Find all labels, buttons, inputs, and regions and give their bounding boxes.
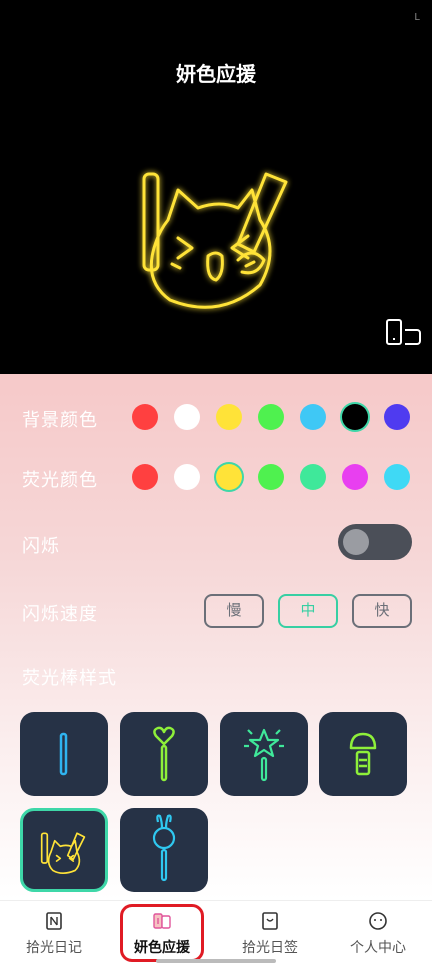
glow-color-swatch[interactable] <box>384 464 410 490</box>
background-color-swatch[interactable] <box>132 404 158 430</box>
glow-color-swatch[interactable] <box>216 464 242 490</box>
active-tab-highlight <box>120 904 204 962</box>
glow-color-swatch[interactable] <box>342 464 368 490</box>
app-screen: L 妍色应援 背景颜色 荧光颜色 闪烁 闪烁速度 慢 中 快 荧光棒样式 拾光日… <box>0 0 432 964</box>
page-title: 妍色应援 <box>176 64 256 86</box>
style-mic-stick[interactable] <box>319 712 407 796</box>
home-indicator <box>156 959 276 963</box>
lightstick-preview: L 妍色应援 <box>0 0 432 374</box>
background-color-swatch[interactable] <box>258 404 284 430</box>
nav-label: 拾光日记 <box>26 939 82 955</box>
settings-panel: 背景颜色 荧光颜色 闪烁 闪烁速度 慢 中 快 荧光棒样式 <box>0 374 432 900</box>
background-color-swatch[interactable] <box>174 404 200 430</box>
glow-color-label: 荧光颜色 <box>22 470 98 490</box>
stick-style-label: 荧光棒样式 <box>22 668 117 688</box>
bottom-nav: 拾光日记 妍色应援 拾光日签 个人中心 <box>0 900 432 964</box>
glow-color-swatch[interactable] <box>258 464 284 490</box>
nav-item-diary[interactable]: 拾光日记 <box>0 901 108 964</box>
speed-medium-button[interactable]: 中 <box>278 594 338 628</box>
notebook-icon <box>46 912 62 930</box>
style-heart-wand[interactable] <box>120 712 208 796</box>
blink-toggle[interactable] <box>338 524 412 560</box>
background-color-label: 背景颜色 <box>22 410 98 430</box>
nav-item-profile[interactable]: 个人中心 <box>324 901 432 964</box>
style-line-stick[interactable] <box>20 712 108 796</box>
speed-slow-button[interactable]: 慢 <box>204 594 264 628</box>
blink-label: 闪烁 <box>22 536 60 556</box>
style-cat-face[interactable] <box>20 808 108 892</box>
glow-color-swatch[interactable] <box>174 464 200 490</box>
card-icon <box>262 912 278 930</box>
background-color-swatch[interactable] <box>342 404 368 430</box>
background-color-swatch[interactable] <box>300 404 326 430</box>
background-color-swatch[interactable] <box>384 404 410 430</box>
speed-fast-button[interactable]: 快 <box>352 594 412 628</box>
glow-color-swatch[interactable] <box>132 464 158 490</box>
nav-label: 拾光日签 <box>242 939 298 955</box>
neon-cat-face-art <box>142 172 288 309</box>
status-mark: L <box>414 12 420 23</box>
background-color-swatch[interactable] <box>216 404 242 430</box>
glow-color-swatch[interactable] <box>300 464 326 490</box>
style-star-wand[interactable] <box>220 712 308 796</box>
toggle-knob <box>343 529 369 555</box>
nav-label: 个人中心 <box>350 939 406 955</box>
nav-item-daily-card[interactable]: 拾光日签 <box>216 901 324 964</box>
face-icon <box>369 912 387 930</box>
rotate-screen-icon[interactable] <box>384 318 422 346</box>
style-bunny-stick[interactable] <box>120 808 208 892</box>
blink-speed-label: 闪烁速度 <box>22 604 98 624</box>
